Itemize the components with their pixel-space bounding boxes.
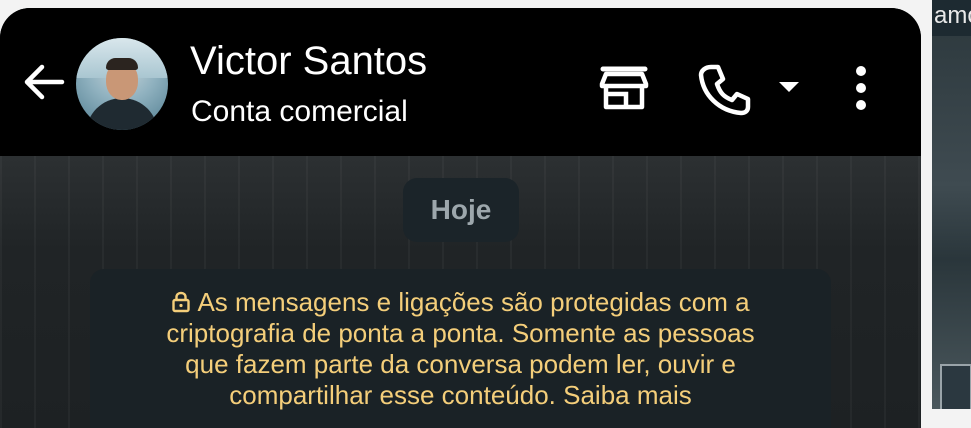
- avatar[interactable]: [76, 38, 168, 130]
- chat-header: Victor Santos Conta comercial: [0, 8, 921, 156]
- arrow-left-icon: [24, 64, 65, 100]
- chat-messages-area[interactable]: Hoje As mensagens e ligações são protegi…: [0, 156, 921, 428]
- encryption-notice-line: compartilhar esse conteúdo. Saiba mais: [229, 380, 692, 410]
- contact-subtitle[interactable]: Conta comercial: [191, 94, 408, 130]
- more-options-button[interactable]: [840, 56, 882, 120]
- more-vertical-icon: [856, 66, 866, 110]
- chat-screen: Victor Santos Conta comercial Hoje As me…: [0, 8, 921, 428]
- catalog-button[interactable]: [594, 60, 654, 116]
- call-options-button[interactable]: [774, 72, 804, 102]
- phone-icon: [698, 64, 751, 116]
- caret-down-icon: [779, 82, 799, 92]
- lock-icon: [172, 291, 191, 313]
- contact-name[interactable]: Victor Santos: [190, 38, 427, 84]
- encryption-notice-line: As mensagens e ligações são protegidas c…: [110, 287, 811, 318]
- background-window-text: amo: [934, 2, 971, 29]
- back-button[interactable]: [18, 56, 70, 108]
- encryption-notice[interactable]: As mensagens e ligações são protegidas c…: [90, 269, 831, 428]
- voice-call-button[interactable]: [692, 58, 756, 122]
- date-separator: Hoje: [403, 178, 519, 242]
- encryption-notice-line: que fazem parte da conversa podem ler, o…: [185, 349, 736, 379]
- background-window-frame: [940, 364, 971, 409]
- background-window-peek: amo: [932, 0, 971, 409]
- encryption-notice-line: criptografia de ponta a ponta. Somente a…: [166, 318, 755, 348]
- storefront-icon: [599, 66, 649, 110]
- background-window-image: [932, 36, 971, 409]
